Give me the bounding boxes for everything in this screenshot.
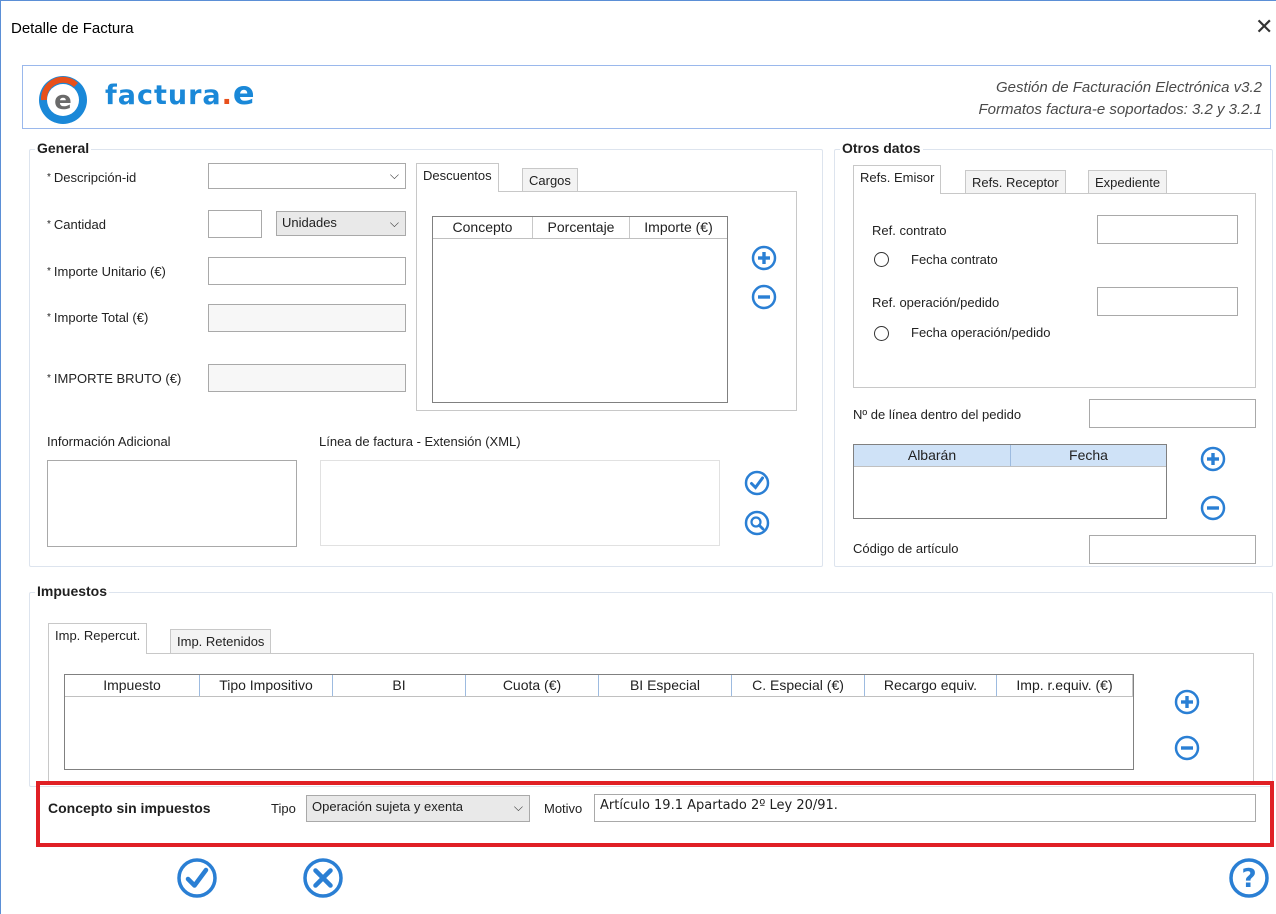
otros-datos-title: Otros datos	[840, 140, 923, 156]
plus-circle-icon	[1174, 689, 1200, 715]
cantidad-label: * Cantidad	[47, 217, 106, 232]
column-header[interactable]: BI Especial	[599, 675, 732, 696]
tab-descuentos[interactable]: Descuentos	[416, 163, 499, 192]
help-button[interactable]: ?	[1228, 857, 1270, 899]
motivo-label: Motivo	[544, 801, 583, 816]
tipo-label: Tipo	[271, 801, 296, 816]
logo-wordmark: factura.e	[105, 74, 256, 112]
remove-descuento-button[interactable]	[751, 284, 777, 310]
importe-bruto-input[interactable]	[208, 364, 406, 392]
importe-unitario-label: * Importe Unitario (€)	[47, 264, 166, 279]
importe-total-label: * Importe Total (€)	[47, 310, 149, 325]
column-header[interactable]: Albarán	[854, 445, 1011, 466]
view-xml-button[interactable]	[744, 510, 770, 536]
tab-refs-emisor[interactable]: Refs. Emisor	[853, 165, 942, 194]
ref-contrato-label: Ref. contrato	[872, 223, 947, 238]
app-version-text: Gestión de Facturación Electrónica v3.2	[996, 79, 1262, 96]
descuentos-table-header: Concepto Porcentaje Importe (€)	[433, 217, 727, 239]
importe-unitario-input[interactable]	[208, 257, 406, 285]
facturae-logo-icon: e	[36, 73, 90, 127]
codigo-articulo-label: Código de artículo	[853, 541, 959, 556]
column-header[interactable]: Concepto	[433, 217, 533, 238]
tab-refs-receptor[interactable]: Refs. Receptor	[965, 170, 1066, 194]
ref-contrato-input[interactable]	[1097, 215, 1238, 244]
check-circle-icon	[177, 858, 217, 898]
info-adicional-textarea[interactable]	[47, 460, 297, 547]
minus-circle-icon	[1174, 735, 1200, 761]
fecha-operacion-radio[interactable]	[874, 326, 889, 341]
impuestos-table-header: Impuesto Tipo Impositivo BI Cuota (€) BI…	[65, 675, 1133, 697]
remove-impuesto-button[interactable]	[1174, 735, 1200, 761]
column-header[interactable]: Porcentaje	[533, 217, 630, 238]
concepto-sin-impuestos-label: Concepto sin impuestos	[48, 800, 211, 816]
albaranes-table[interactable]: Albarán Fecha	[853, 444, 1167, 519]
accept-button[interactable]	[176, 857, 218, 899]
supported-formats-text: Formatos factura-e soportados: 3.2 y 3.2…	[978, 101, 1262, 118]
albaranes-table-header: Albarán Fecha	[854, 445, 1166, 467]
fecha-contrato-label: Fecha contrato	[911, 252, 998, 267]
importe-total-input[interactable]	[208, 304, 406, 332]
column-header[interactable]: Tipo Impositivo	[200, 675, 333, 696]
chevron-down-icon: ⌵	[389, 216, 399, 230]
column-header[interactable]: Imp. r.equiv. (€)	[997, 675, 1133, 696]
descuentos-table[interactable]: Concepto Porcentaje Importe (€)	[432, 216, 728, 403]
importe-bruto-label: * IMPORTE BRUTO (€)	[47, 371, 182, 386]
question-circle-icon: ?	[1229, 858, 1269, 898]
column-header[interactable]: C. Especial (€)	[732, 675, 865, 696]
plus-circle-icon	[1200, 446, 1226, 472]
x-circle-icon	[303, 858, 343, 898]
motivo-input[interactable]: Artículo 19.1 Apartado 2º Ley 20/91.	[594, 794, 1256, 822]
tab-imp-repercutidos[interactable]: Imp. Repercut.	[48, 623, 148, 654]
column-header[interactable]: Cuota (€)	[466, 675, 599, 696]
window-title: Detalle de Factura	[11, 20, 134, 37]
tab-expediente[interactable]: Expediente	[1088, 170, 1168, 194]
n-linea-input[interactable]	[1089, 399, 1256, 428]
general-title: General	[35, 140, 92, 156]
minus-circle-icon	[751, 284, 777, 310]
unidades-select[interactable]: Unidades ⌵	[276, 211, 406, 236]
column-header[interactable]: Impuesto	[65, 675, 200, 696]
add-impuesto-button[interactable]	[1174, 689, 1200, 715]
chevron-down-icon: ⌵	[513, 800, 523, 814]
magnifier-icon	[744, 510, 770, 536]
add-descuento-button[interactable]	[751, 245, 777, 271]
svg-text:?: ?	[1241, 864, 1256, 894]
info-adicional-label: Información Adicional	[47, 434, 171, 449]
descripcion-select[interactable]: ⌵	[208, 163, 406, 189]
n-linea-label: Nº de línea dentro del pedido	[853, 407, 1022, 422]
remove-albaran-button[interactable]	[1200, 495, 1226, 521]
fecha-contrato-radio[interactable]	[874, 252, 889, 267]
svg-text:e: e	[54, 86, 72, 116]
column-header[interactable]: BI	[333, 675, 466, 696]
tab-cargos[interactable]: Cargos	[522, 168, 578, 192]
impuestos-table[interactable]: Impuesto Tipo Impositivo BI Cuota (€) BI…	[64, 674, 1134, 770]
minus-circle-icon	[1200, 495, 1226, 521]
cancel-button[interactable]	[302, 857, 344, 899]
column-header[interactable]: Fecha	[1011, 445, 1166, 466]
chevron-down-icon: ⌵	[389, 168, 399, 182]
validate-xml-button[interactable]	[744, 470, 770, 496]
tab-imp-retenidos[interactable]: Imp. Retenidos	[170, 629, 272, 654]
impuestos-title: Impuestos	[35, 583, 110, 599]
linea-extension-label: Línea de factura - Extensión (XML)	[319, 434, 521, 449]
column-header[interactable]: Recargo equiv.	[865, 675, 997, 696]
descripcion-label: * Descripción-id	[47, 170, 137, 185]
check-circle-icon	[744, 470, 770, 496]
plus-circle-icon	[751, 245, 777, 271]
cantidad-input[interactable]	[208, 210, 262, 238]
fecha-operacion-label: Fecha operación/pedido	[911, 325, 1051, 340]
ref-operacion-input[interactable]	[1097, 287, 1238, 316]
codigo-articulo-input[interactable]	[1089, 535, 1256, 564]
add-albaran-button[interactable]	[1200, 446, 1226, 472]
ref-operacion-label: Ref. operación/pedido	[872, 295, 1000, 310]
linea-extension-textarea[interactable]	[320, 460, 720, 546]
tipo-select[interactable]: Operación sujeta y exenta ⌵	[306, 795, 530, 822]
column-header[interactable]: Importe (€)	[630, 217, 727, 238]
close-icon[interactable]: ✕	[1255, 16, 1273, 38]
